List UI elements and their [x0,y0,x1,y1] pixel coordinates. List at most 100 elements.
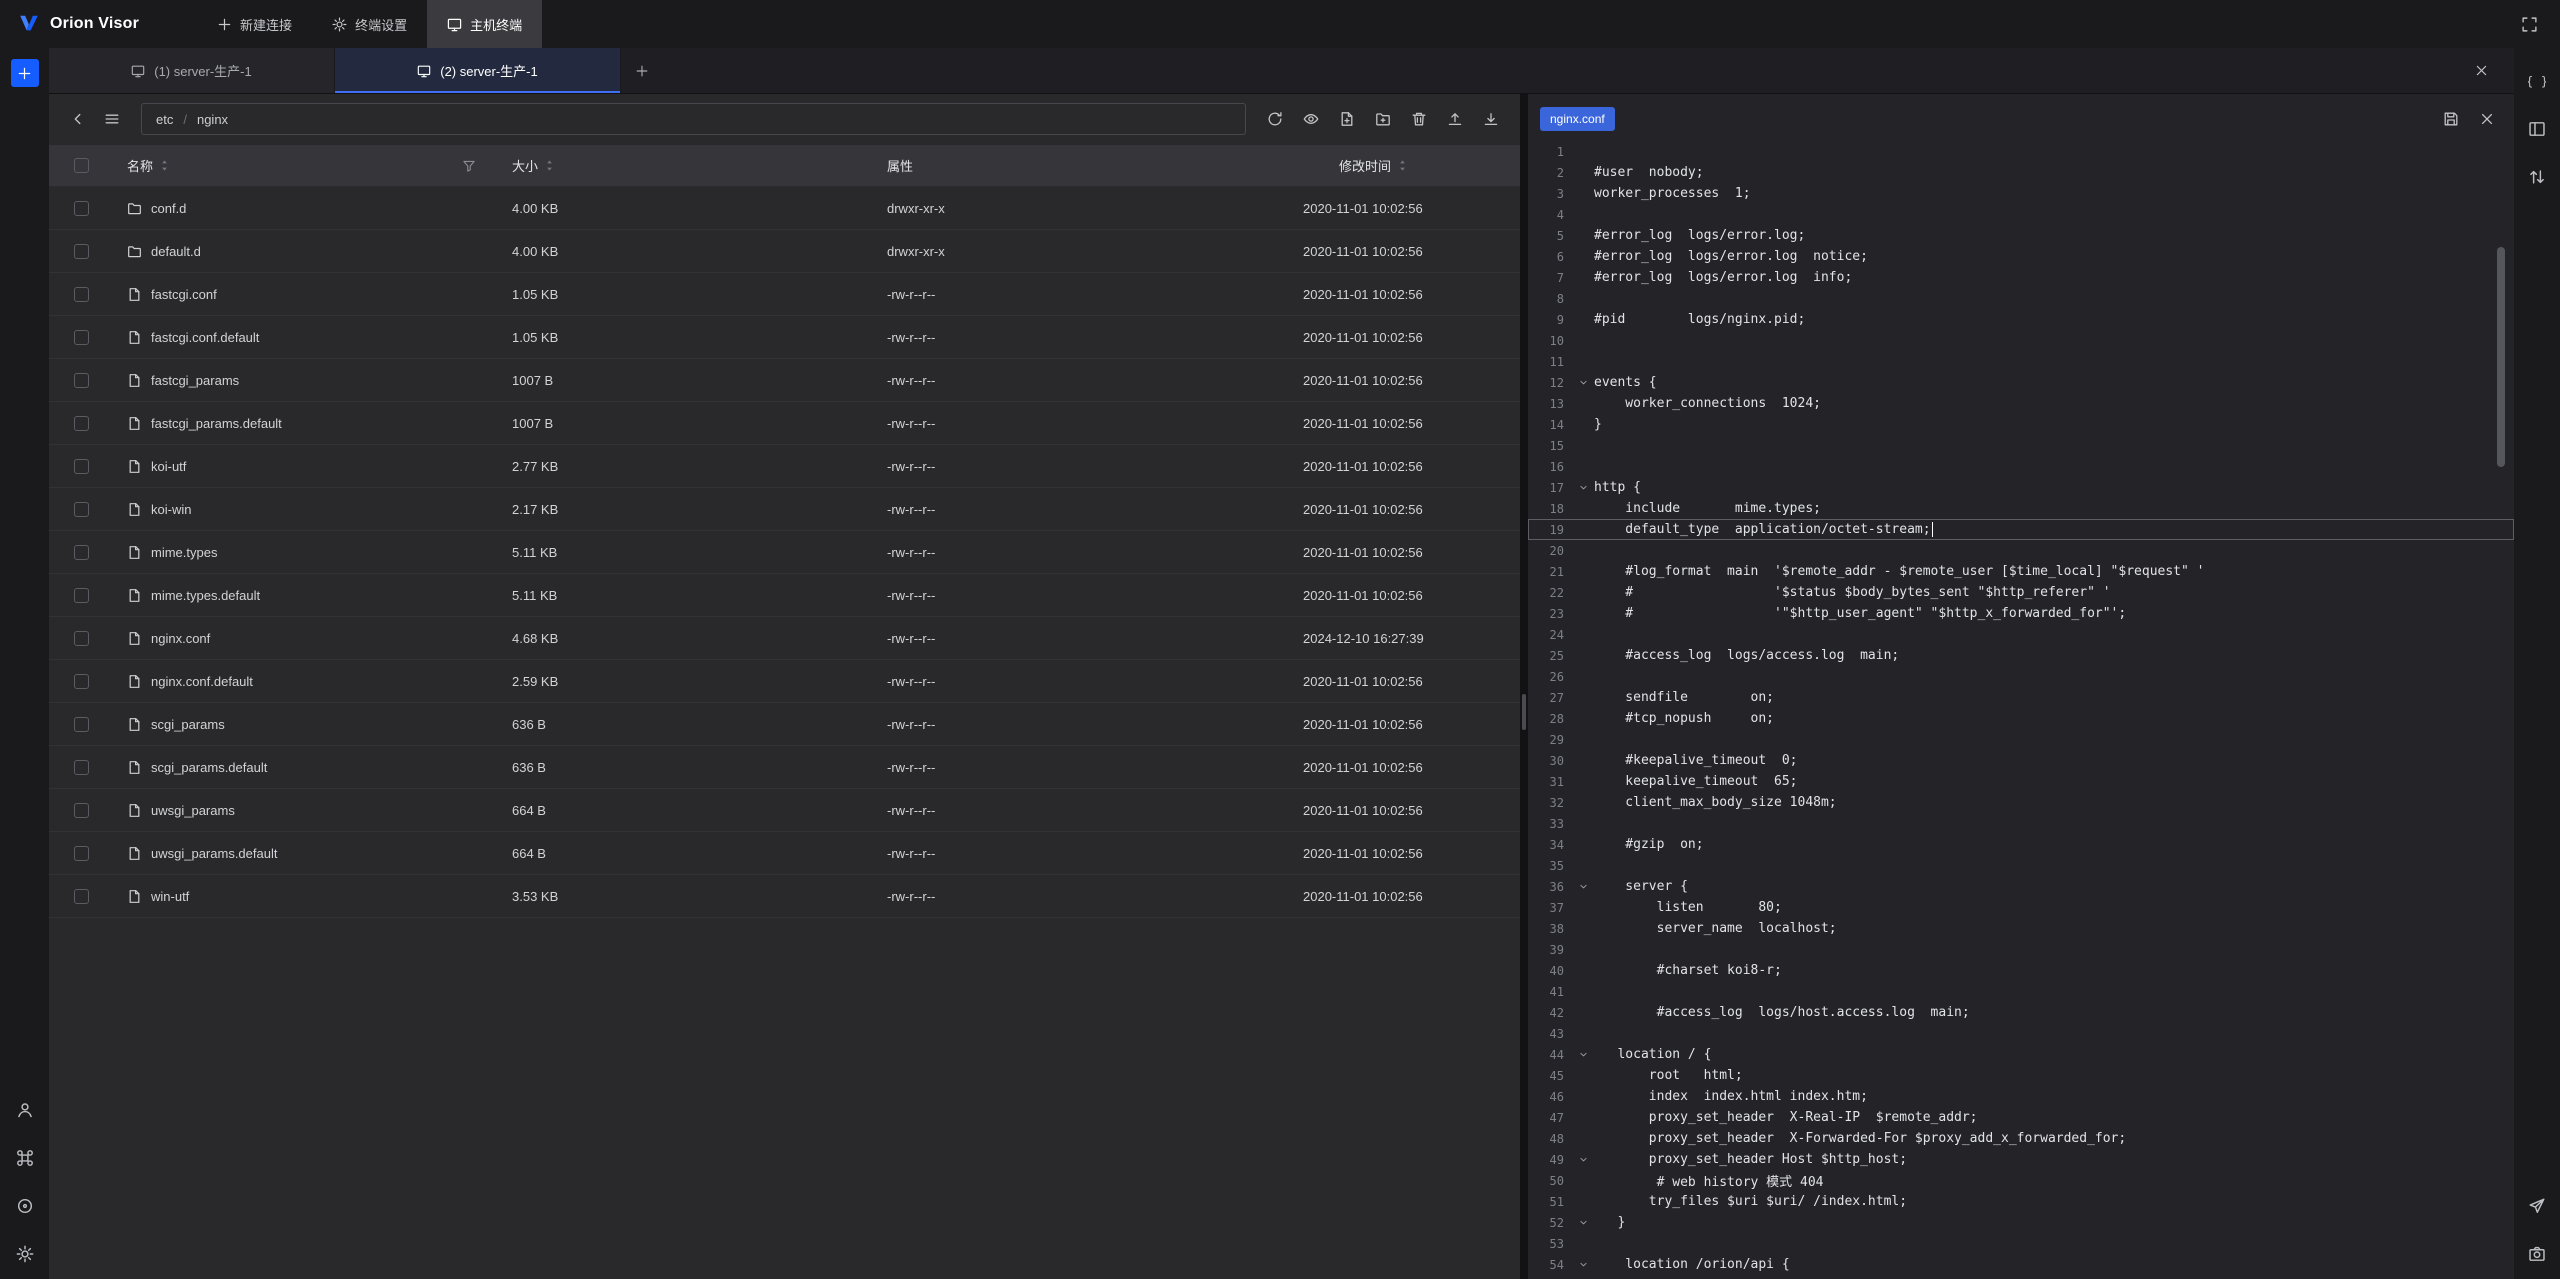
file-name[interactable]: conf.d [151,201,186,216]
filter-button-name[interactable] [462,159,476,173]
code-line-24[interactable]: 24 [1528,624,2514,645]
code-line-25[interactable]: 25 #access_log logs/access.log main; [1528,645,2514,666]
row-checkbox[interactable] [74,803,89,818]
code-line-48[interactable]: 48 proxy_set_header X-Forwarded-For $pro… [1528,1128,2514,1149]
code-line-23[interactable]: 23 # '"$http_user_agent" "$http_x_forwar… [1528,603,2514,624]
sort-toggle-mtime[interactable] [1396,159,1409,172]
theme-button[interactable] [14,1195,36,1217]
code-line-8[interactable]: 8 [1528,288,2514,309]
nav-terminal-settings[interactable]: 终端设置 [312,0,427,48]
screenshot-button[interactable] [2526,1243,2548,1265]
add-tab-button[interactable] [621,48,663,93]
fold-toggle[interactable] [1572,482,1594,493]
code-line-20[interactable]: 20 [1528,540,2514,561]
file-row-uwsgi_params.default[interactable]: uwsgi_params.default664 B-rw-r--r--2020-… [49,832,1520,875]
terminal-tab-2[interactable]: (2) server-生产-1 [335,48,621,93]
file-row-scgi_params[interactable]: scgi_params636 B-rw-r--r--2020-11-01 10:… [49,703,1520,746]
app-logo[interactable]: Orion Visor [0,0,157,48]
terminal-tab-1[interactable]: (1) server-生产-1 [49,48,335,93]
code-line-6[interactable]: 6#error_log logs/error.log notice; [1528,246,2514,267]
sort-toggle-size[interactable] [543,159,556,172]
file-row-koi-win[interactable]: koi-win2.17 KB-rw-r--r--2020-11-01 10:02… [49,488,1520,531]
code-line-39[interactable]: 39 [1528,939,2514,960]
row-checkbox[interactable] [74,502,89,517]
new-file-button[interactable] [1332,104,1362,134]
code-line-31[interactable]: 31 keepalive_timeout 65; [1528,771,2514,792]
row-checkbox[interactable] [74,846,89,861]
file-name[interactable]: uwsgi_params [151,803,235,818]
swap-button[interactable] [2526,166,2548,188]
file-row-mime.types.default[interactable]: mime.types.default5.11 KB-rw-r--r--2020-… [49,574,1520,617]
file-name[interactable]: scgi_params [151,717,225,732]
code-line-4[interactable]: 4 [1528,204,2514,225]
row-checkbox[interactable] [74,545,89,560]
code-line-13[interactable]: 13 worker_connections 1024; [1528,393,2514,414]
code-line-42[interactable]: 42 #access_log logs/host.access.log main… [1528,1002,2514,1023]
row-checkbox[interactable] [74,459,89,474]
code-line-29[interactable]: 29 [1528,729,2514,750]
code-line-12[interactable]: 12events { [1528,372,2514,393]
breadcrumb-segment-nginx[interactable]: nginx [197,112,228,127]
command-button[interactable] [14,1147,36,1169]
file-row-fastcgi_params.default[interactable]: fastcgi_params.default1007 B-rw-r--r--20… [49,402,1520,445]
panel-resize-handle[interactable] [1520,94,1528,1279]
new-tab-button[interactable] [11,59,39,87]
code-line-50[interactable]: 50 # web history 模式 404 [1528,1170,2514,1191]
code-line-40[interactable]: 40 #charset koi8-r; [1528,960,2514,981]
list-view-button[interactable] [97,104,127,134]
code-line-33[interactable]: 33 [1528,813,2514,834]
code-line-45[interactable]: 45 root html; [1528,1065,2514,1086]
sort-toggle-name[interactable] [158,159,171,172]
file-name[interactable]: scgi_params.default [151,760,267,775]
row-checkbox[interactable] [74,889,89,904]
fold-toggle[interactable] [1572,1217,1594,1228]
code-line-5[interactable]: 5#error_log logs/error.log; [1528,225,2514,246]
code-line-35[interactable]: 35 [1528,855,2514,876]
row-checkbox[interactable] [74,330,89,345]
settings-button[interactable] [14,1243,36,1265]
file-row-koi-utf[interactable]: koi-utf2.77 KB-rw-r--r--2020-11-01 10:02… [49,445,1520,488]
row-checkbox[interactable] [74,717,89,732]
file-row-fastcgi_params[interactable]: fastcgi_params1007 B-rw-r--r--2020-11-01… [49,359,1520,402]
save-file-button[interactable] [2436,104,2466,134]
file-name[interactable]: fastcgi_params.default [151,416,282,431]
file-name[interactable]: default.d [151,244,201,259]
code-line-22[interactable]: 22 # '$status $body_bytes_sent "$http_re… [1528,582,2514,603]
code-line-49[interactable]: 49 proxy_set_header Host $http_host; [1528,1149,2514,1170]
code-line-47[interactable]: 47 proxy_set_header X-Real-IP $remote_ad… [1528,1107,2514,1128]
file-row-default.d[interactable]: default.d4.00 KBdrwxr-xr-x2020-11-01 10:… [49,230,1520,273]
code-line-46[interactable]: 46 index index.html index.htm; [1528,1086,2514,1107]
nav-new-connection[interactable]: 新建连接 [197,0,312,48]
code-line-44[interactable]: 44 location / { [1528,1044,2514,1065]
code-line-3[interactable]: 3worker_processes 1; [1528,183,2514,204]
file-row-mime.types[interactable]: mime.types5.11 KB-rw-r--r--2020-11-01 10… [49,531,1520,574]
download-button[interactable] [1476,104,1506,134]
close-panel-button[interactable] [2466,56,2496,86]
fold-toggle[interactable] [1572,1154,1594,1165]
code-line-54[interactable]: 54 location /orion/api { [1528,1254,2514,1275]
code-line-32[interactable]: 32 client_max_body_size 1048m; [1528,792,2514,813]
code-line-18[interactable]: 18 include mime.types; [1528,498,2514,519]
code-line-21[interactable]: 21 #log_format main '$remote_addr - $rem… [1528,561,2514,582]
file-name[interactable]: win-utf [151,889,189,904]
code-line-19[interactable]: 19 default_type application/octet-stream… [1528,519,2514,540]
code-line-43[interactable]: 43 [1528,1023,2514,1044]
file-name[interactable]: fastcgi.conf.default [151,330,259,345]
code-line-1[interactable]: 1 [1528,141,2514,162]
file-name[interactable]: fastcgi_params [151,373,239,388]
code-line-53[interactable]: 53 [1528,1233,2514,1254]
refresh-button[interactable] [1260,104,1290,134]
file-name[interactable]: uwsgi_params.default [151,846,277,861]
code-line-7[interactable]: 7#error_log logs/error.log info; [1528,267,2514,288]
file-row-scgi_params.default[interactable]: scgi_params.default636 B-rw-r--r--2020-1… [49,746,1520,789]
file-name[interactable]: mime.types.default [151,588,260,603]
row-checkbox[interactable] [74,674,89,689]
fold-toggle[interactable] [1572,881,1594,892]
file-name[interactable]: mime.types [151,545,217,560]
column-header-name[interactable]: 名称 [113,156,498,175]
breadcrumb-segment-etc[interactable]: etc [156,112,173,127]
code-line-28[interactable]: 28 #tcp_nopush on; [1528,708,2514,729]
open-file-tab[interactable]: nginx.conf [1540,107,1615,131]
file-row-nginx.conf[interactable]: nginx.conf4.68 KB-rw-r--r--2024-12-10 16… [49,617,1520,660]
code-line-38[interactable]: 38 server_name localhost; [1528,918,2514,939]
